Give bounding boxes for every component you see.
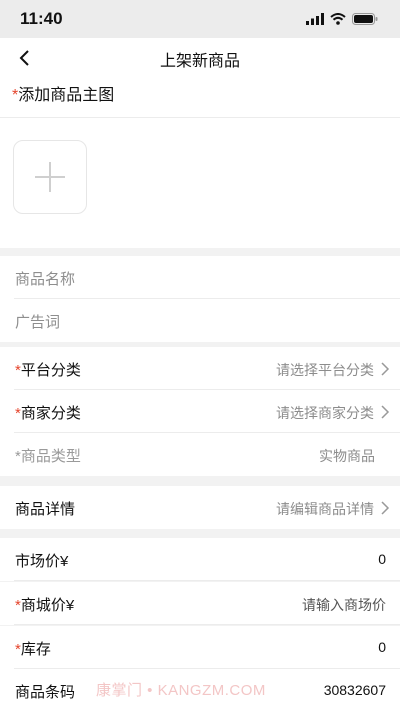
status-bar: 11:40 (0, 0, 400, 38)
product-type-row: *商品类型 实物商品 (0, 433, 400, 476)
watermark: 康掌门 • KANGZM.COM (96, 682, 266, 699)
divider (14, 580, 400, 581)
mall-price-placeholder: 请输入商场价 (302, 597, 386, 613)
page-title: 上架新商品 (159, 53, 240, 70)
main-image-header: *添加商品主图 (0, 78, 400, 118)
plus-icon (35, 162, 65, 192)
product-name-placeholder: 商品名称 (15, 271, 76, 288)
main-image-body (0, 118, 400, 248)
market-price-field[interactable]: 市场价¥ 0 (0, 538, 400, 581)
market-price-value: 0 (378, 551, 386, 567)
product-details-row[interactable]: 商品详情 请编辑商品详情 (0, 486, 400, 529)
merchant-category-text: 商家分类 (20, 405, 81, 422)
stock-label: *库存 (15, 638, 51, 659)
product-type-value: 实物商品 (319, 448, 375, 464)
status-icons (306, 11, 378, 27)
barcode-value: 30832607 (323, 682, 386, 698)
product-name-field[interactable]: 商品名称 (0, 256, 400, 299)
cellular-signal-icon (306, 13, 324, 25)
stock-field[interactable]: *库存 0 (0, 626, 400, 669)
product-type-label: *商品类型 (15, 445, 81, 466)
stock-value: 0 (378, 639, 386, 655)
chevron-right-icon (381, 362, 390, 376)
platform-category-row[interactable]: *平台分类 请选择平台分类 (0, 347, 400, 390)
merchant-category-row[interactable]: *商家分类 请选择商家分类 (0, 390, 400, 433)
merchant-category-label: *商家分类 (15, 402, 81, 423)
product-details-label: 商品详情 (15, 501, 76, 518)
ad-slogan-field[interactable]: 广告词 (0, 299, 400, 342)
platform-category-text: 平台分类 (20, 362, 81, 379)
main-image-label: 添加商品主图 (18, 87, 115, 104)
status-time: 11:40 (20, 9, 63, 28)
navigation-bar: 上架新商品 (0, 38, 400, 78)
divider (14, 624, 400, 625)
mall-price-field[interactable]: *商城价¥ 请输入商场价 (0, 582, 400, 625)
chevron-right-icon (381, 405, 390, 419)
add-image-button[interactable] (13, 140, 87, 214)
chevron-right-icon (381, 501, 390, 515)
mall-price-text: 商城价¥ (20, 597, 75, 614)
platform-category-label: *平台分类 (15, 359, 81, 380)
ad-slogan-placeholder: 广告词 (15, 314, 61, 331)
wifi-icon (330, 13, 346, 25)
main-image-label-wrap: *添加商品主图 (12, 81, 114, 105)
market-price-label: 市场价¥ (15, 553, 69, 570)
platform-category-value: 请选择平台分类 (276, 362, 374, 378)
product-details-value: 请编辑商品详情 (276, 501, 374, 517)
barcode-label: 商品条码 (15, 684, 76, 701)
stock-text: 库存 (20, 641, 51, 658)
mall-price-label: *商城价¥ (15, 594, 74, 615)
merchant-category-value: 请选择商家分类 (276, 405, 374, 421)
product-type-text: 商品类型 (20, 448, 81, 465)
battery-icon (352, 13, 378, 25)
